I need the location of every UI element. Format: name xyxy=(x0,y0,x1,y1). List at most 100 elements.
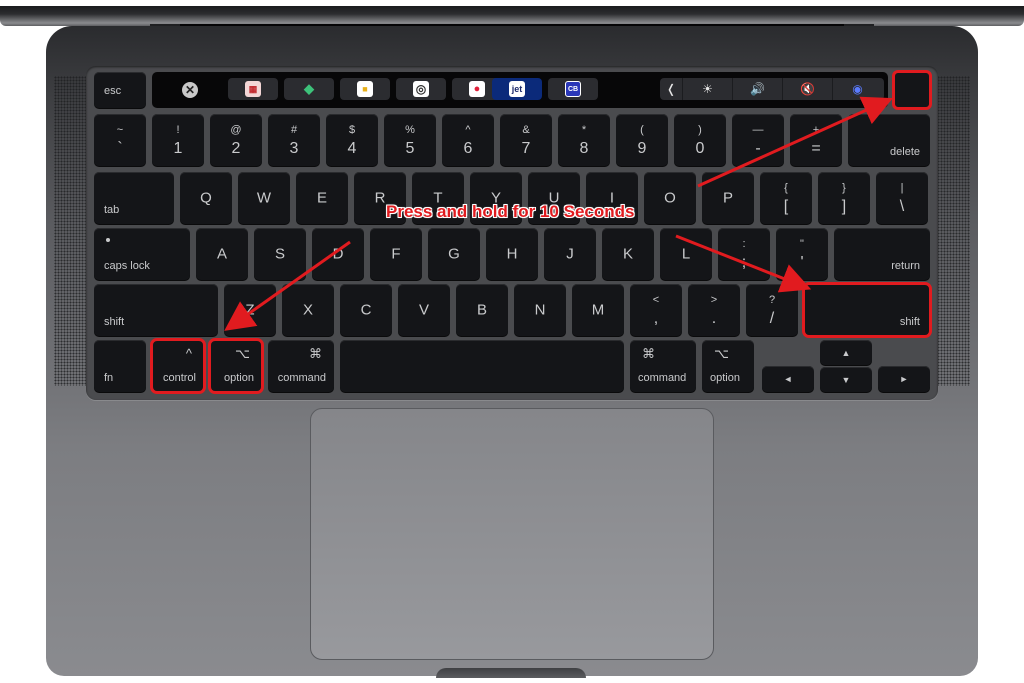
touchbar-app-7[interactable]: CB xyxy=(548,78,598,100)
key-label: | xyxy=(900,182,904,194)
key-s[interactable]: S xyxy=(254,228,306,280)
key-n[interactable]: N xyxy=(514,284,566,336)
key-shift-left[interactable]: shift xyxy=(94,284,218,336)
key-z[interactable]: Z xyxy=(224,284,276,336)
key-j[interactable]: J xyxy=(544,228,596,280)
key-bracket-2[interactable]: | \ xyxy=(876,172,928,224)
speaker-grille-left xyxy=(54,76,90,386)
key-space[interactable] xyxy=(340,340,624,392)
key-label: \ xyxy=(899,198,905,215)
key-arrow-right[interactable]: ► xyxy=(878,366,930,392)
key-m[interactable]: M xyxy=(572,284,624,336)
siri-icon[interactable]: ◉ xyxy=(832,78,882,100)
key-caps-lock[interactable]: caps lock xyxy=(94,228,190,280)
key-v[interactable]: V xyxy=(398,284,450,336)
touchbar-app-3[interactable]: ■ xyxy=(340,78,390,100)
expand-chevron-icon[interactable]: ❬ xyxy=(660,78,682,100)
key-return[interactable]: return xyxy=(834,228,930,280)
key-label: D xyxy=(332,245,344,263)
arrow-up-icon: ▲ xyxy=(841,347,851,358)
key-b[interactable]: B xyxy=(456,284,508,336)
arrow-left-icon: ◄ xyxy=(783,374,793,384)
key-label: ' xyxy=(800,254,804,271)
key-3[interactable]: #3 xyxy=(268,114,320,166)
key-6[interactable]: ^ 6 xyxy=(442,114,494,166)
volume-icon[interactable]: 🔊 xyxy=(732,78,782,100)
key-command-right[interactable]: ⌘ command xyxy=(630,340,696,392)
close-icon[interactable]: ✕ xyxy=(182,82,198,98)
key-esc[interactable]: esc xyxy=(94,72,146,108)
touchbar-app-2[interactable]: ◆ xyxy=(284,78,334,100)
key-label: O xyxy=(664,189,676,207)
key-label: 4 xyxy=(347,140,357,157)
key-label: ! xyxy=(176,124,180,136)
mute-icon[interactable]: 🔇 xyxy=(782,78,832,100)
key-semicolon[interactable]: :; xyxy=(718,228,770,280)
trackpad[interactable] xyxy=(310,408,714,660)
key-label: ` xyxy=(117,140,123,157)
control-symbol-icon: ^ xyxy=(185,346,192,361)
key-9[interactable]: (9 xyxy=(616,114,668,166)
key-label: 9 xyxy=(637,140,647,157)
key-shift-right[interactable]: shift xyxy=(802,282,932,338)
key-`[interactable]: ~ ` xyxy=(94,114,146,166)
key-label: ; xyxy=(741,254,747,271)
key-bracket-1[interactable]: }] xyxy=(818,172,870,224)
key-k[interactable]: K xyxy=(602,228,654,280)
key-g[interactable]: G xyxy=(428,228,480,280)
key-2[interactable]: @2 xyxy=(210,114,262,166)
key-control[interactable]: ^ control xyxy=(150,338,206,394)
key-d[interactable]: D xyxy=(312,228,364,280)
touchbar-app-6[interactable]: jet xyxy=(492,78,542,100)
key-arrow-down[interactable]: ▼ xyxy=(820,367,872,392)
key-x[interactable]: X xyxy=(282,284,334,336)
key-quote[interactable]: " ' xyxy=(776,228,828,280)
key-label: 3 xyxy=(289,140,299,157)
key-p[interactable]: P xyxy=(702,172,754,224)
key-tab[interactable]: tab xyxy=(94,172,174,224)
key-label: 8 xyxy=(579,140,589,157)
touch-id-power-button[interactable] xyxy=(892,70,932,110)
key-fn[interactable]: fn xyxy=(94,340,146,392)
key-5[interactable]: % 5 xyxy=(384,114,436,166)
key-c[interactable]: C xyxy=(340,284,392,336)
key-label: * xyxy=(581,124,587,136)
key-1[interactable]: ! 1 xyxy=(152,114,204,166)
key--[interactable]: — - xyxy=(732,114,784,166)
key-label: & xyxy=(522,124,530,136)
key-punct-0[interactable]: <, xyxy=(630,284,682,336)
option-symbol-icon: ⌥ xyxy=(235,346,250,361)
touchbar-app-4[interactable]: ◎ xyxy=(396,78,446,100)
brightness-icon[interactable]: ☀ xyxy=(682,78,732,100)
key-label: C xyxy=(360,301,372,319)
touch-bar[interactable]: ✕ ▦ ◆ ■ ◎ ● jet CB ❬ ☀ 🔊 🔇 ◉ xyxy=(152,72,888,108)
key-delete[interactable]: delete xyxy=(848,114,930,166)
key-arrow-up[interactable]: ▲ xyxy=(820,340,872,365)
key-o[interactable]: O xyxy=(644,172,696,224)
key-=[interactable]: + = xyxy=(790,114,842,166)
key-7[interactable]: & 7 xyxy=(500,114,552,166)
key-0[interactable]: ) 0 xyxy=(674,114,726,166)
key-label: caps lock xyxy=(104,260,150,272)
touchbar-app-1[interactable]: ▦ xyxy=(228,78,278,100)
key-f[interactable]: F xyxy=(370,228,422,280)
key-label: — xyxy=(752,124,764,136)
key-option-left[interactable]: ⌥ option xyxy=(208,338,264,394)
key-bracket-0[interactable]: {[ xyxy=(760,172,812,224)
key-arrow-left[interactable]: ◄ xyxy=(762,366,814,392)
key-label: S xyxy=(274,245,285,263)
key-command-left[interactable]: ⌘ command xyxy=(268,340,334,392)
key-l[interactable]: L xyxy=(660,228,712,280)
key-punct-1[interactable]: >. xyxy=(688,284,740,336)
key-punct-2[interactable]: ? / xyxy=(746,284,798,336)
key-w[interactable]: W xyxy=(238,172,290,224)
key-h[interactable]: H xyxy=(486,228,538,280)
key-a[interactable]: A xyxy=(196,228,248,280)
key-8[interactable]: * 8 xyxy=(558,114,610,166)
key-e[interactable]: E xyxy=(296,172,348,224)
key-label: 6 xyxy=(463,140,473,157)
key-q[interactable]: Q xyxy=(180,172,232,224)
key-4[interactable]: $4 xyxy=(326,114,378,166)
key-option-right[interactable]: ⌥ option xyxy=(702,340,754,392)
app-circle-logo-icon: ◎ xyxy=(413,81,429,97)
